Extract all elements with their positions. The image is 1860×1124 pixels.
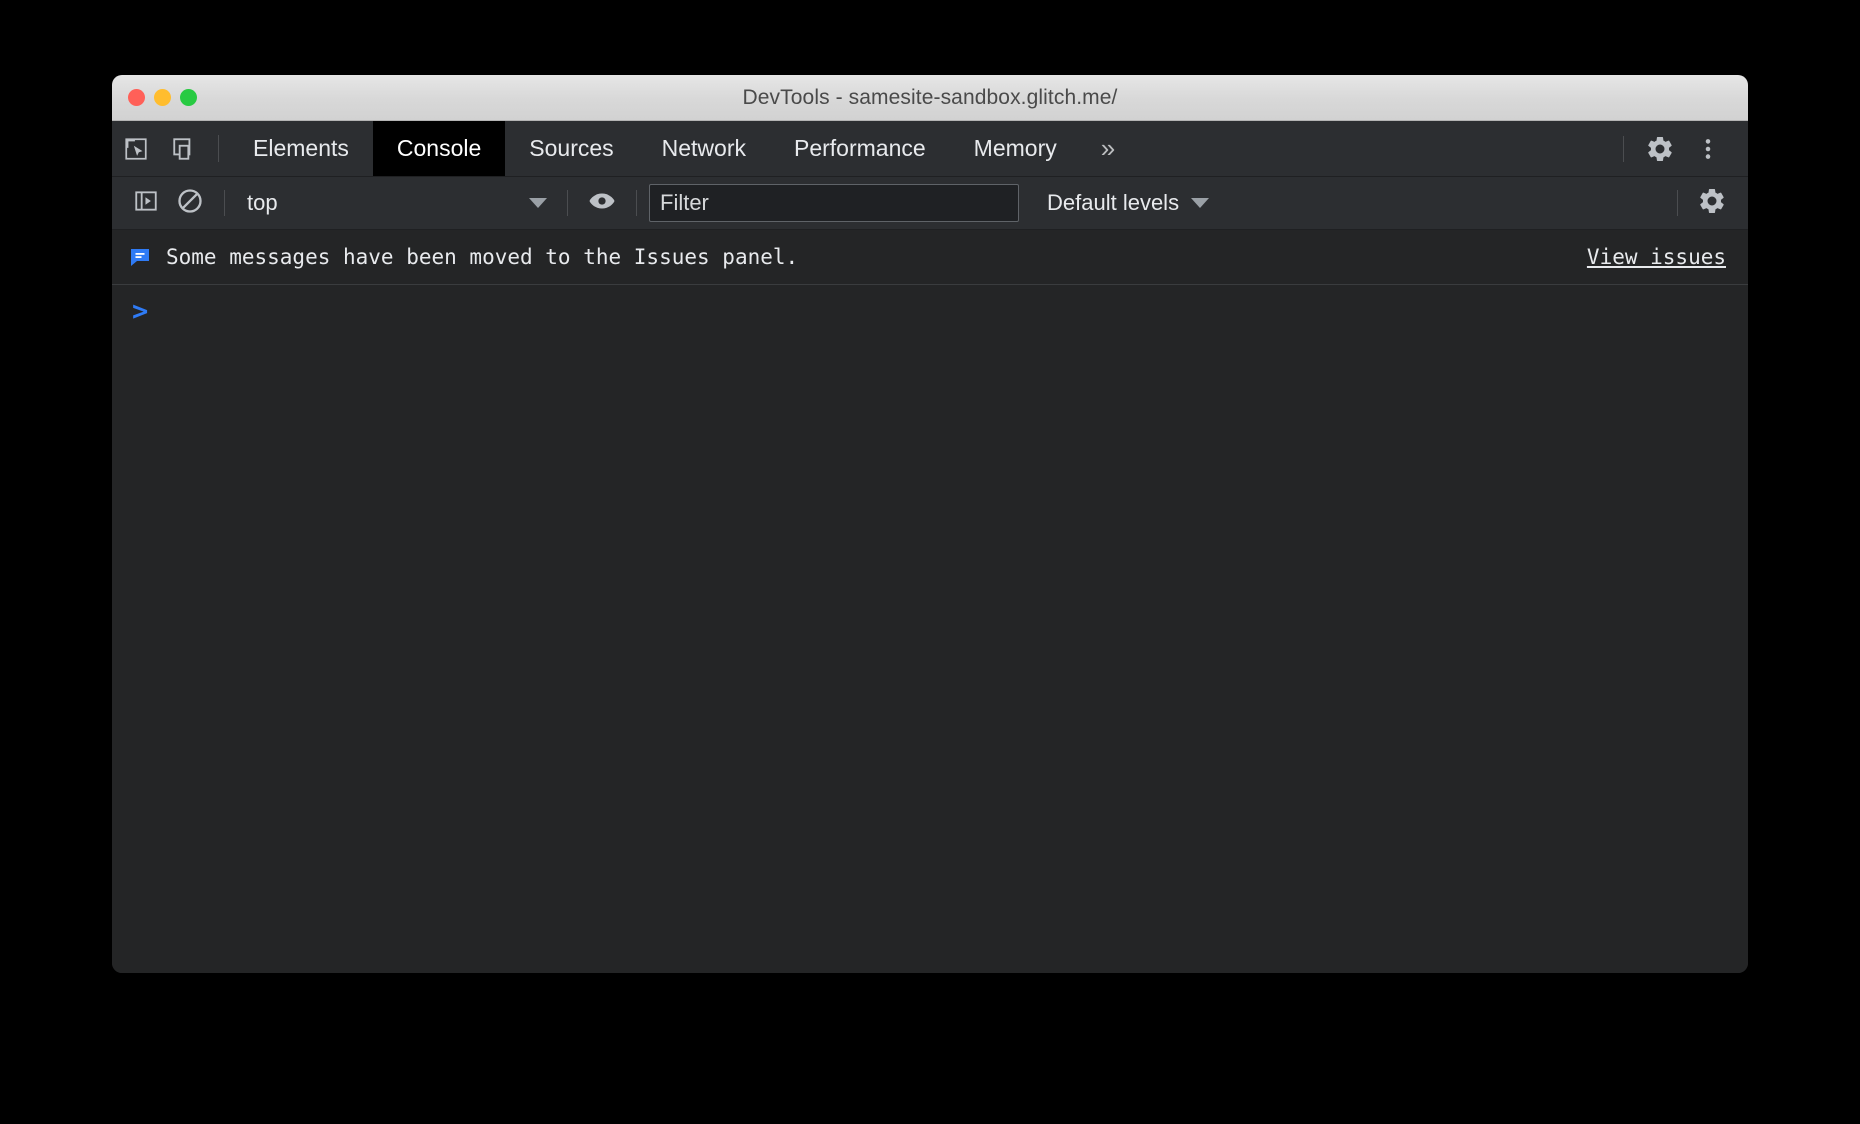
- tab-network[interactable]: Network: [638, 121, 770, 176]
- minimize-button[interactable]: [154, 89, 171, 106]
- filter-input[interactable]: [649, 184, 1019, 222]
- devtools-tabbar: Elements Console Sources Network Perform…: [112, 121, 1748, 177]
- window-title: DevTools - samesite-sandbox.glitch.me/: [743, 86, 1118, 110]
- tab-sources[interactable]: Sources: [505, 121, 637, 176]
- tab-console-label: Console: [397, 135, 481, 162]
- tab-performance-label: Performance: [794, 135, 926, 162]
- device-toolbar-button[interactable]: [160, 121, 208, 176]
- tab-memory[interactable]: Memory: [950, 121, 1081, 176]
- console-message-text: Some messages have been moved to the Iss…: [166, 245, 1587, 269]
- kebab-menu-icon: [1695, 136, 1721, 162]
- close-button[interactable]: [128, 89, 145, 106]
- window-titlebar: DevTools - samesite-sandbox.glitch.me/: [112, 75, 1748, 121]
- console-toolbar-divider-3: [636, 190, 637, 216]
- console-message-area[interactable]: Some messages have been moved to the Iss…: [112, 230, 1748, 973]
- live-expression-button[interactable]: [580, 181, 624, 225]
- devtools-window: DevTools - samesite-sandbox.glitch.me/: [112, 75, 1748, 973]
- execution-context-label: top: [247, 190, 519, 216]
- console-prompt-row[interactable]: >: [112, 285, 1748, 337]
- tab-performance[interactable]: Performance: [770, 121, 950, 176]
- tabbar-right-actions: [1611, 121, 1748, 176]
- traffic-lights: [128, 75, 197, 120]
- prompt-chevron-icon: >: [132, 298, 148, 325]
- tab-console[interactable]: Console: [373, 121, 505, 176]
- console-toolbar-divider-4: [1677, 190, 1678, 216]
- console-toolbar-divider-1: [224, 190, 225, 216]
- inspect-cursor-icon: [123, 136, 149, 162]
- inspect-element-button[interactable]: [112, 121, 160, 176]
- tab-sources-label: Sources: [529, 135, 613, 162]
- console-message-row[interactable]: Some messages have been moved to the Iss…: [112, 230, 1748, 285]
- gear-icon: [1697, 186, 1727, 221]
- log-levels-label: Default levels: [1047, 190, 1179, 216]
- tab-elements-label: Elements: [253, 135, 349, 162]
- console-toolbar: top Default levels: [112, 177, 1748, 230]
- screen: DevTools - samesite-sandbox.glitch.me/: [0, 0, 1860, 1124]
- console-settings-button[interactable]: [1690, 181, 1734, 225]
- tab-elements[interactable]: Elements: [229, 121, 373, 176]
- device-toolbar-icon: [171, 136, 197, 162]
- gear-icon: [1645, 134, 1675, 164]
- clear-console-button[interactable]: [168, 181, 212, 225]
- tabbar-divider: [218, 135, 219, 162]
- live-expression-eye-icon: [587, 186, 617, 221]
- devtools-more-options-button[interactable]: [1684, 121, 1732, 176]
- tab-network-label: Network: [662, 135, 746, 162]
- view-issues-link[interactable]: View issues: [1587, 245, 1726, 269]
- devtools-settings-button[interactable]: [1636, 121, 1684, 176]
- tabbar-spacer: [1135, 121, 1611, 176]
- console-sidebar-icon: [133, 188, 159, 219]
- zoom-button[interactable]: [180, 89, 197, 106]
- chevron-double-right-icon: »: [1101, 133, 1115, 164]
- info-message-icon: [128, 245, 152, 269]
- tabbar-right-divider: [1623, 136, 1624, 162]
- console-sidebar-toggle-button[interactable]: [124, 181, 168, 225]
- chevron-down-icon: [1191, 198, 1209, 208]
- tab-overflow-button[interactable]: »: [1081, 121, 1135, 176]
- execution-context-selector[interactable]: top: [237, 183, 555, 223]
- chevron-down-icon: [529, 198, 547, 208]
- tab-memory-label: Memory: [974, 135, 1057, 162]
- log-levels-selector[interactable]: Default levels: [1037, 183, 1219, 223]
- clear-console-icon: [176, 187, 204, 220]
- console-toolbar-divider-2: [567, 190, 568, 216]
